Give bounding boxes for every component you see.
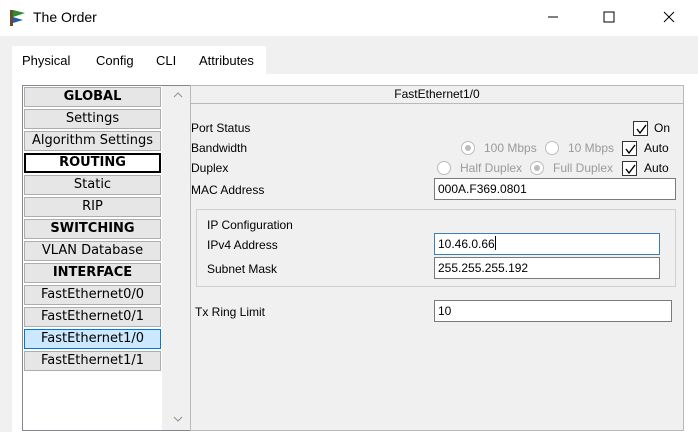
full-duplex-radio[interactable] <box>530 161 544 175</box>
half-duplex-label: Half Duplex <box>460 161 523 175</box>
text-caret <box>494 236 496 250</box>
tab-cli[interactable]: CLI <box>156 53 176 68</box>
nav-item-vlan-database[interactable]: VLAN Database <box>24 241 161 261</box>
title-bar: The Order <box>0 0 698 36</box>
nav-item-settings[interactable]: Settings <box>24 109 161 129</box>
ip-configuration-group: IP Configuration IPv4 Address 10.46.0.66… <box>196 209 676 287</box>
window-title: The Order <box>33 9 97 25</box>
nav-item-algorithm-settings[interactable]: Algorithm Settings <box>24 131 161 151</box>
tab-config[interactable]: Config <box>96 53 134 68</box>
nav-scrollbar[interactable] <box>162 86 193 430</box>
subnet-mask-label: Subnet Mask <box>207 262 278 276</box>
nav-items: GLOBAL Settings Algorithm Settings ROUTING S… <box>23 86 162 430</box>
chevron-down-icon <box>173 416 183 422</box>
port-status-label: Port Status <box>191 121 251 135</box>
tab-area: Physical Config CLI Attributes GLOBAL Set… <box>0 36 698 432</box>
nav-item-fastethernet1-0[interactable]: FastEthernet1/0 <box>24 329 161 349</box>
nav-header-switching: SWITCHING <box>24 219 161 239</box>
bandwidth-10-radio[interactable] <box>545 141 559 155</box>
maximize-icon <box>603 11 615 23</box>
config-nav-list[interactable]: GLOBAL Settings Algorithm Settings ROUTING S… <box>22 85 194 431</box>
tx-ring-limit-field[interactable]: 10 <box>434 300 672 322</box>
ip-config-title: IP Configuration <box>207 218 293 232</box>
ipv4-address-field[interactable]: 10.46.0.66 <box>434 233 660 255</box>
scroll-up-button[interactable] <box>170 88 186 102</box>
checkmark-icon <box>625 164 636 175</box>
full-duplex-label: Full Duplex <box>553 161 614 175</box>
bandwidth-auto-label: Auto <box>644 141 669 155</box>
checkmark-icon <box>636 124 647 135</box>
nav-item-static[interactable]: Static <box>24 175 161 195</box>
checkmark-icon <box>625 144 636 155</box>
interface-settings-panel: FastEthernet1/0 Port Status On Bandwidth… <box>190 85 684 431</box>
port-status-checkbox[interactable] <box>633 121 648 136</box>
close-button[interactable] <box>646 0 692 34</box>
nav-header-global: GLOBAL <box>24 87 161 107</box>
minimize-icon <box>548 16 558 18</box>
duplex-auto-checkbox[interactable] <box>622 161 637 176</box>
ipv4-address-value: 10.46.0.66 <box>438 237 495 251</box>
chevron-up-icon <box>173 92 183 98</box>
panel-title: FastEthernet1/0 <box>191 86 683 104</box>
close-icon <box>663 11 675 23</box>
duplex-auto-label: Auto <box>644 161 669 175</box>
bandwidth-10-label: 10 Mbps <box>568 141 615 155</box>
nav-item-rip[interactable]: RIP <box>24 197 161 217</box>
scroll-down-button[interactable] <box>170 412 186 426</box>
nav-item-fastethernet0-1[interactable]: FastEthernet0/1 <box>24 307 161 327</box>
bandwidth-label: Bandwidth <box>191 141 248 155</box>
minimize-button[interactable] <box>530 0 576 34</box>
tab-physical[interactable]: Physical <box>22 53 70 68</box>
nav-item-fastethernet0-0[interactable]: FastEthernet0/0 <box>24 285 161 305</box>
mac-address-field[interactable]: 000A.F369.0801 <box>434 178 676 200</box>
mac-address-label: MAC Address <box>191 183 265 197</box>
bandwidth-100-radio[interactable] <box>461 141 475 155</box>
app-icon <box>8 8 28 28</box>
subnet-mask-field[interactable]: 255.255.255.192 <box>434 257 660 279</box>
nav-header-interface: INTERFACE <box>24 263 161 283</box>
ipv4-address-label: IPv4 Address <box>207 238 278 252</box>
nav-header-routing: ROUTING <box>24 153 161 173</box>
tx-ring-limit-label: Tx Ring Limit <box>195 305 266 319</box>
tab-strip: Physical Config CLI Attributes <box>12 46 266 81</box>
bandwidth-auto-checkbox[interactable] <box>622 141 637 156</box>
half-duplex-radio[interactable] <box>437 161 451 175</box>
config-content: GLOBAL Settings Algorithm Settings ROUTING S… <box>12 74 698 432</box>
nav-item-fastethernet1-1[interactable]: FastEthernet1/1 <box>24 351 161 371</box>
duplex-label: Duplex <box>191 161 229 175</box>
maximize-button[interactable] <box>586 0 632 34</box>
bandwidth-100-label: 100 Mbps <box>484 141 537 155</box>
tab-attributes[interactable]: Attributes <box>199 53 254 68</box>
port-status-on-label: On <box>654 121 671 135</box>
